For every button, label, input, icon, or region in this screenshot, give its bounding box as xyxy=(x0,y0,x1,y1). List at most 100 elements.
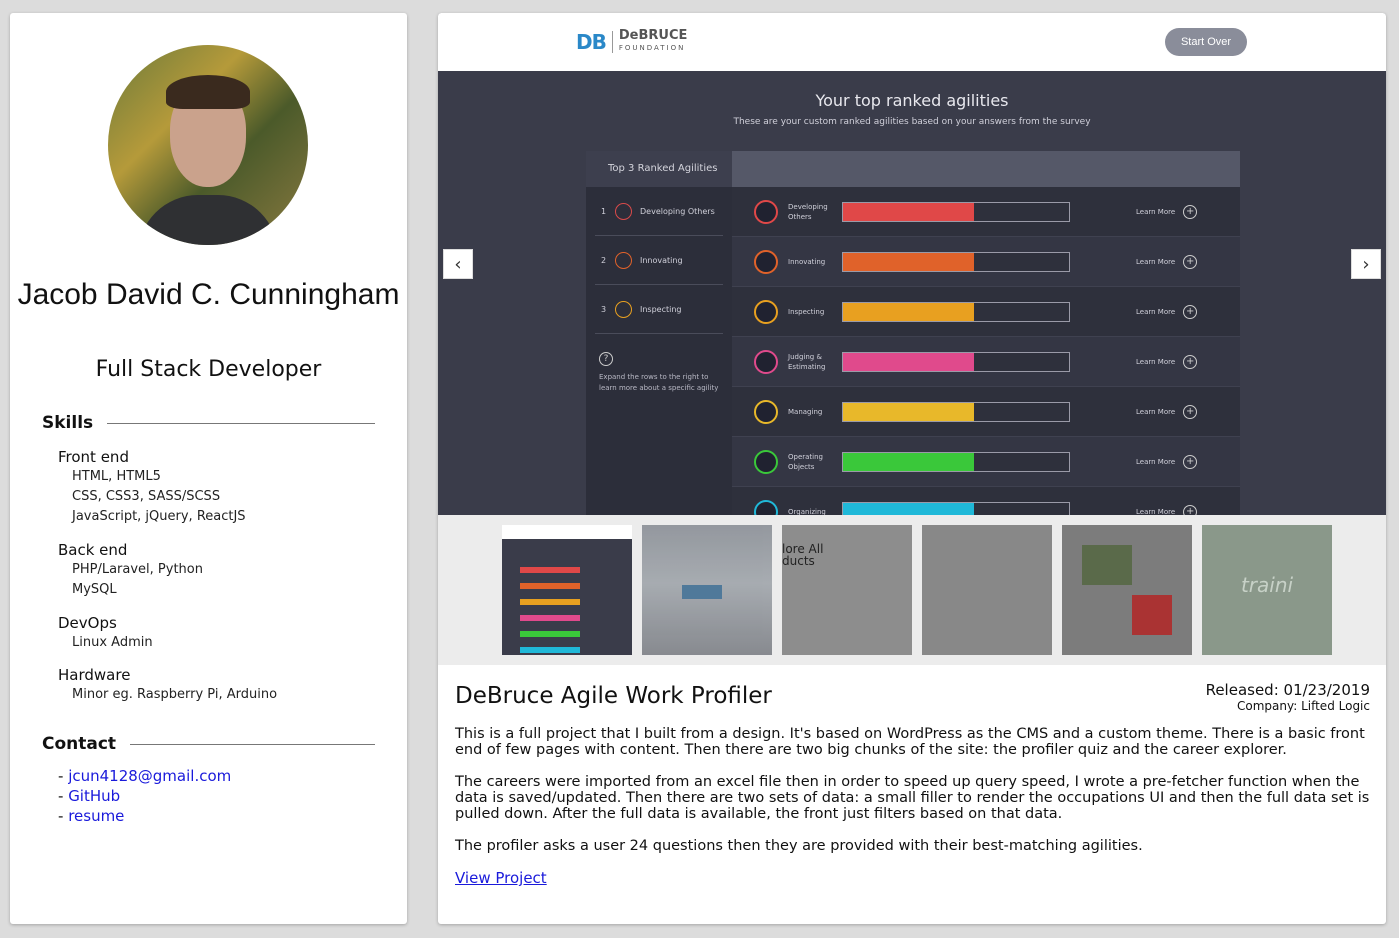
slideshow-prev-button[interactable]: ‹ xyxy=(443,249,473,279)
screenshot-heading: Your top ranked agilities xyxy=(815,91,1009,110)
mini-bar xyxy=(520,567,580,573)
project-card: DB DeBRUCE FOUNDATION Start Over Your top… xyxy=(438,13,1386,924)
resume-link[interactable]: resume xyxy=(68,807,124,825)
agility-label: Organizing xyxy=(788,507,826,516)
thumbnail-6[interactable]: traini xyxy=(1202,525,1332,655)
contact-heading: Contact xyxy=(42,734,375,754)
avatar xyxy=(108,45,308,245)
thumbnail-4[interactable] xyxy=(922,525,1052,655)
help-icon: ? xyxy=(599,352,613,366)
screenshot-header: DB DeBRUCE FOUNDATION Start Over xyxy=(438,13,1386,71)
skill-item: HTML, HTML5 xyxy=(72,469,161,484)
thumbnail-3[interactable]: lore All ducts xyxy=(782,525,912,655)
agility-row[interactable]: Organizing Learn More + xyxy=(732,487,1240,515)
email-link[interactable]: jcun4128@gmail.com xyxy=(68,767,231,785)
logo-sub: FOUNDATION xyxy=(618,44,686,52)
mini-bar xyxy=(520,599,580,605)
divider xyxy=(130,743,375,745)
agility-label: Managing xyxy=(788,407,823,416)
thumbnail-strip: lore All ducts traini xyxy=(438,515,1386,665)
thumbnail-5[interactable] xyxy=(1062,525,1192,655)
skill-group-front-end: Front end HTML, HTML5 CSS, CSS3, SASS/SC… xyxy=(58,447,246,527)
agility-row[interactable]: Developing Others Learn More + xyxy=(732,187,1240,237)
skill-group-back-end: Back end PHP/Laravel, Python MySQL xyxy=(58,540,203,600)
chevron-right-icon: › xyxy=(1362,253,1370,275)
view-project-link[interactable]: View Project xyxy=(455,869,547,887)
contact-list: - jcun4128@gmail.com - GitHub - resume xyxy=(58,766,231,826)
plus-icon[interactable]: + xyxy=(1183,254,1198,269)
rank-item: 2 Innovating xyxy=(595,236,723,285)
top-agilities-title: Top 3 Ranked Agilities xyxy=(586,151,732,187)
rank-label: Developing Others xyxy=(640,206,715,216)
agility-icon xyxy=(754,199,778,224)
skill-group-hardware: Hardware Minor eg. Raspberry Pi, Arduino xyxy=(58,665,277,705)
skill-item: JavaScript, jQuery, ReactJS xyxy=(72,509,246,524)
rank-item: 3 Inspecting xyxy=(595,285,723,334)
agility-icon xyxy=(754,499,778,515)
agility-rows: Developing Others Learn More + Innovating Le… xyxy=(732,187,1240,515)
avatar-shirt xyxy=(138,195,278,245)
rank-item: 1 Developing Others xyxy=(595,187,723,236)
agility-row[interactable]: Inspecting Learn More + xyxy=(732,287,1240,337)
logo-mark: DB xyxy=(576,30,607,54)
github-link[interactable]: GitHub xyxy=(68,787,120,805)
awning xyxy=(682,585,722,599)
agility-icon xyxy=(754,299,778,324)
contact-resume-row: - resume xyxy=(58,806,231,826)
learn-more-label: Learn More xyxy=(1136,457,1176,466)
agility-row[interactable]: Managing Learn More + xyxy=(732,387,1240,437)
skills-heading-label: Skills xyxy=(42,413,94,433)
rank-label: Inspecting xyxy=(640,304,682,314)
mini-bar xyxy=(520,583,580,589)
skill-item: MySQL xyxy=(72,582,117,597)
skill-group-title: Front end xyxy=(58,448,129,466)
agility-bar xyxy=(842,401,1070,422)
slideshow-next-button[interactable]: › xyxy=(1351,249,1381,279)
agility-bar-fill xyxy=(843,202,975,221)
agility-row[interactable]: Innovating Learn More + xyxy=(732,237,1240,287)
agility-bars-panel: Developing Others Learn More + Innovating Le… xyxy=(732,151,1240,515)
plus-icon[interactable]: + xyxy=(1183,504,1198,515)
plus-icon[interactable]: + xyxy=(1183,354,1198,369)
agility-bar xyxy=(842,451,1070,472)
agility-bars-header xyxy=(732,151,1240,187)
divider xyxy=(107,422,375,424)
release-date: Released: 01/23/2019 xyxy=(1205,681,1370,699)
project-meta: Released: 01/23/2019 Company: Lifted Log… xyxy=(1206,681,1370,713)
plus-icon[interactable]: + xyxy=(1183,404,1198,419)
plus-icon[interactable]: + xyxy=(1183,204,1198,219)
bullet: - xyxy=(58,807,69,825)
photo xyxy=(1082,545,1132,585)
agility-bar xyxy=(842,501,1070,515)
skill-item: CSS, CSS3, SASS/SCSS xyxy=(72,489,221,504)
mini-bar xyxy=(520,615,580,621)
bullet: - xyxy=(58,767,69,785)
learn-more-label: Learn More xyxy=(1136,307,1176,316)
agility-bar xyxy=(842,251,1070,272)
start-over-button[interactable]: Start Over xyxy=(1165,28,1247,56)
agility-label: Developing Others xyxy=(788,202,828,221)
bullet: - xyxy=(58,787,69,805)
contact-github-row: - GitHub xyxy=(58,786,231,806)
agility-row[interactable]: Judging & Estimating Learn More + xyxy=(732,337,1240,387)
skill-group-title: Hardware xyxy=(58,666,131,684)
top-agilities-panel: Top 3 Ranked Agilities 1 Developing Other… xyxy=(586,151,732,515)
project-title: DeBruce Agile Work Profiler xyxy=(455,683,772,709)
description-paragraph: The careers were imported from an excel … xyxy=(455,774,1370,822)
agility-label: Inspecting xyxy=(788,307,825,316)
agility-label: Innovating xyxy=(788,257,826,266)
agility-bar-fill xyxy=(843,402,975,421)
agility-row[interactable]: Operating Objects Learn More + xyxy=(732,437,1240,487)
agility-icon xyxy=(615,300,632,318)
thumbnail-1[interactable] xyxy=(502,525,632,655)
plus-icon[interactable]: + xyxy=(1183,454,1198,469)
debruce-logo: DB DeBRUCE FOUNDATION xyxy=(576,29,687,54)
company: Company: Lifted Logic xyxy=(1237,699,1370,713)
screenshot-subheading: These are your custom ranked agilities b… xyxy=(733,117,1091,127)
contact-email-row: - jcun4128@gmail.com xyxy=(58,766,231,786)
profile-name: Jacob David C. Cunningham xyxy=(17,278,400,311)
skill-item: Linux Admin xyxy=(72,635,153,650)
thumbnail-2[interactable] xyxy=(642,525,772,655)
plus-icon[interactable]: + xyxy=(1183,304,1198,319)
agility-label: Operating Objects xyxy=(788,452,823,471)
